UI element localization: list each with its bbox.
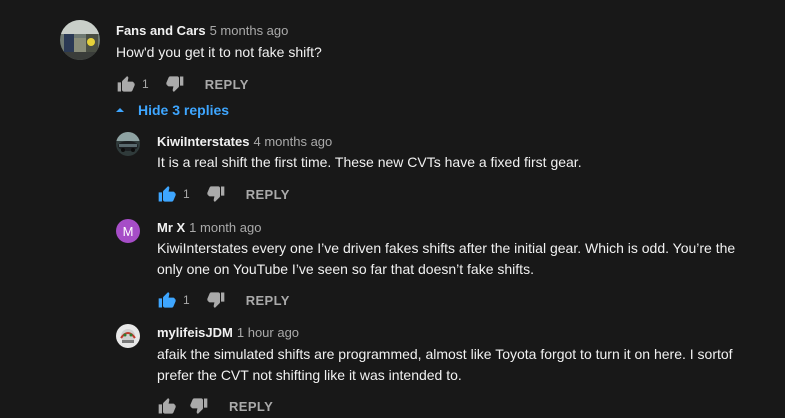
author-name[interactable]: KiwiInterstates <box>157 134 249 149</box>
reply-button[interactable]: REPLY <box>246 187 290 202</box>
comment-text: How'd you get it to not fake shift? <box>116 44 322 60</box>
author-name[interactable]: Fans and Cars <box>116 23 206 38</box>
like-count: 1 <box>142 77 149 91</box>
reply-text: KiwiInterstates every one I’ve driven fa… <box>157 238 735 280</box>
thumbs-up-icon[interactable] <box>157 184 177 204</box>
reply-text-line: afaik the simulated shifts are programme… <box>157 346 733 362</box>
thumbs-up-icon[interactable] <box>157 396 177 416</box>
reply-button[interactable]: REPLY <box>229 399 273 414</box>
thumbs-up-icon[interactable] <box>157 290 177 310</box>
comment-time[interactable]: 4 months ago <box>253 134 332 149</box>
reply-text: It is a real shift the first time. These… <box>157 154 582 170</box>
comment-actions: 1 REPLY <box>116 72 249 96</box>
thumbs-down-icon[interactable] <box>206 290 226 310</box>
reply-text-line: only one on YouTube I’ve seen so far tha… <box>157 261 534 277</box>
comment-header: Fans and Cars 5 months ago <box>116 23 288 38</box>
author-name[interactable]: mylifeisJDM <box>157 325 233 340</box>
hide-replies-label: Hide 3 replies <box>138 102 230 118</box>
comment-time[interactable]: 5 months ago <box>210 23 289 38</box>
reply-text-line: prefer the CVT not shifting like it was … <box>157 367 462 383</box>
avatar[interactable] <box>60 20 100 60</box>
reply-header: mylifeisJDM 1 hour ago <box>157 325 299 340</box>
thumbs-down-icon[interactable] <box>165 74 185 94</box>
thumbs-down-icon[interactable] <box>189 396 209 416</box>
thumbs-down-icon[interactable] <box>206 184 226 204</box>
reply-header: KiwiInterstates 4 months ago <box>157 134 332 149</box>
reply-actions: 1 REPLY <box>157 182 290 206</box>
reply-actions: 1 REPLY <box>157 288 290 312</box>
reply-text-line: KiwiInterstates every one I’ve driven fa… <box>157 240 736 256</box>
caret-up-icon <box>116 108 124 112</box>
reply-actions: REPLY <box>157 394 273 418</box>
reply-button[interactable]: REPLY <box>246 293 290 308</box>
avatar[interactable]: M <box>116 219 140 243</box>
thumbs-up-icon[interactable] <box>116 74 136 94</box>
like-count: 1 <box>183 293 190 307</box>
author-name[interactable]: Mr X <box>157 220 185 235</box>
avatar-letter: M <box>122 223 134 239</box>
reply-button[interactable]: REPLY <box>205 77 249 92</box>
avatar[interactable] <box>116 324 140 348</box>
comments-section: Fans and Cars 5 months ago How'd you get … <box>0 0 785 418</box>
like-count: 1 <box>183 187 190 201</box>
hide-replies-button[interactable]: Hide 3 replies <box>115 102 229 118</box>
reply-text: afaik the simulated shifts are programme… <box>157 344 733 386</box>
reply-header: Mr X 1 month ago <box>157 220 261 235</box>
comment-time[interactable]: 1 month ago <box>189 220 261 235</box>
comment-time[interactable]: 1 hour ago <box>237 325 299 340</box>
avatar[interactable] <box>116 132 140 156</box>
